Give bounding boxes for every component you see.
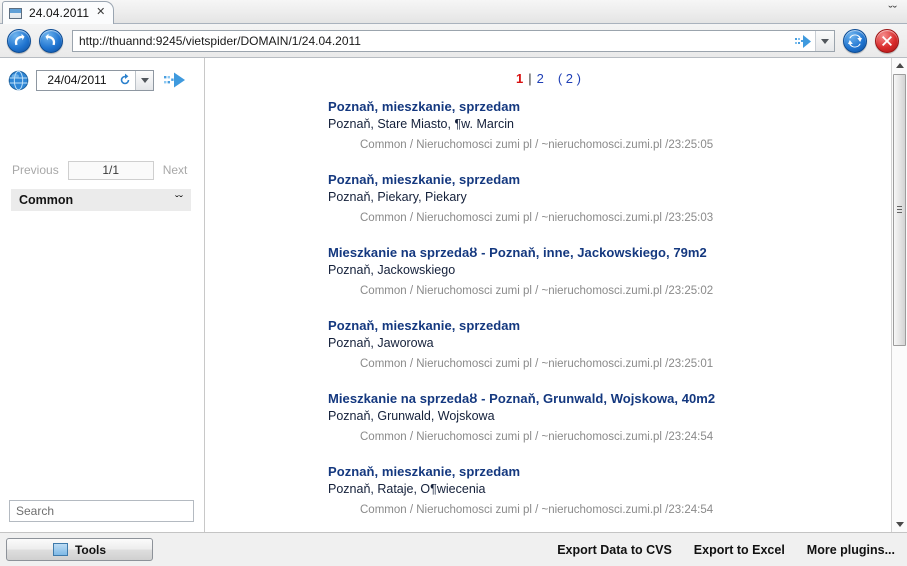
window-icon [9, 7, 22, 19]
result-subtitle: Poznaň, Jackowskiego [328, 263, 456, 277]
blue-arrow-icon [795, 34, 811, 48]
result-subtitle: Poznaň, Grunwald, Wojskowa [328, 409, 495, 423]
scroll-up-button[interactable] [892, 58, 907, 73]
result-meta: Common / Nieruchomosci zumi pl / ~nieruc… [360, 504, 714, 516]
result-item[interactable]: Poznaň, mieszkanie, sprzedam Poznaň, Jaw… [206, 317, 891, 372]
result-title[interactable]: Poznaň, mieszkanie, sprzedam [328, 317, 891, 334]
url-bar[interactable]: http://thuannd:9245/vietspider/DOMAIN/1/… [72, 30, 835, 52]
arrow-right-icon [45, 33, 56, 46]
chevron-double-down-icon[interactable]: ˇˇ [175, 194, 183, 206]
search-input[interactable]: Search [9, 500, 194, 522]
search-placeholder: Search [16, 504, 55, 518]
results-panel: 1 | 2 ( 2 ) Poznaň, mieszkanie, sprzedam Po… [206, 58, 891, 532]
sidebar: 24/04/2011 Previous 1/1 Next Common ˇˇ S… [0, 58, 205, 532]
tools-label: Tools [74, 542, 107, 557]
forward-button[interactable] [39, 29, 63, 53]
result-item[interactable]: Poznaň, mieszkanie, sprzedam Poznaň, Sta… [206, 98, 891, 153]
export-data-to-cvs-link[interactable]: Export Data to CVS [557, 543, 672, 557]
result-title[interactable]: Mieszkanie na sprzedaȣ - Poznaň, Grunwal… [328, 390, 891, 407]
result-subtitle: Poznaň, Jaworowa [328, 336, 434, 350]
application-window: 24.04.2011 ✕ ˇˇ http://thuannd:9245/viet… [0, 0, 907, 566]
triangle-down-icon [895, 522, 904, 527]
result-item[interactable]: Mieszkanie na sprzedaȣ - Poznaň, Grunwal… [206, 390, 891, 445]
previous-button[interactable]: Previous [12, 163, 59, 177]
result-subtitle: Poznaň, Rataje, O¶wiecenia [328, 482, 486, 496]
group-label: Common [19, 193, 74, 207]
tools-icon [52, 543, 68, 556]
result-item[interactable]: Poznaň, mieszkanie, sprzedam Poznaň, Rat… [206, 463, 891, 518]
work-area: 24/04/2011 Previous 1/1 Next Common ˇˇ S… [0, 58, 907, 532]
scroll-down-button[interactable] [892, 517, 907, 532]
tab-label: 24.04.2011 [29, 6, 90, 20]
result-title[interactable]: Mieszkanie na sprzedaȣ - Poznaň, inne, J… [328, 244, 891, 261]
status-bar: Tools Export Data to CVS Export to Excel… [0, 532, 907, 566]
result-meta: Common / Nieruchomosci zumi pl / ~nieruc… [360, 358, 714, 370]
result-meta: Common / Nieruchomosci zumi pl / ~nieruc… [360, 285, 714, 297]
stop-button[interactable] [875, 29, 899, 53]
chevron-down-icon [140, 77, 149, 83]
result-subtitle: Poznaň, Stare Miasto, ¶w. Marcin [328, 117, 514, 131]
close-icon[interactable]: ✕ [96, 7, 105, 19]
close-x-icon [882, 36, 892, 46]
reload-button[interactable] [843, 29, 867, 53]
results-list: Poznaň, mieszkanie, sprzedam Poznaň, Sta… [206, 98, 891, 532]
chevron-down-icon [821, 38, 829, 44]
result-title[interactable]: Poznaň, mieszkanie, sprzedam [328, 463, 891, 480]
result-subtitle: Poznaň, Piekary, Piekary [328, 190, 467, 204]
arrow-left-icon [14, 33, 25, 46]
result-item[interactable]: Mieszkanie na sprzedaȣ - Poznaň, inne, J… [206, 244, 891, 299]
go-icon[interactable] [793, 31, 815, 51]
plugin-links: Export Data to CVS Export to Excel More … [557, 533, 895, 566]
navigation-toolbar: http://thuannd:9245/vietspider/DOMAIN/1/… [0, 24, 907, 58]
next-button[interactable]: Next [163, 163, 188, 177]
pagination-current-page[interactable]: 1 [516, 71, 523, 86]
url-text[interactable]: http://thuannd:9245/vietspider/DOMAIN/1/… [73, 34, 793, 48]
grip-icon [897, 206, 902, 214]
chevron-double-down-icon[interactable]: ˇˇ [888, 3, 897, 19]
tab-strip: 24.04.2011 ✕ ˇˇ [0, 0, 907, 24]
date-value[interactable]: 24/04/2011 [37, 73, 117, 87]
triangle-up-icon [895, 63, 904, 68]
go-arrow-icon[interactable] [164, 72, 186, 88]
export-to-excel-link[interactable]: Export to Excel [694, 543, 785, 557]
result-meta: Common / Nieruchomosci zumi pl / ~nieruc… [360, 139, 714, 151]
result-title[interactable]: Poznaň, mieszkanie, sprzedam [328, 98, 891, 115]
result-item[interactable]: Poznaň, mieszkanie, sprzedam Poznaň, Pie… [206, 171, 891, 226]
refresh-circle-icon[interactable] [117, 72, 133, 88]
pagination-separator: | [528, 71, 532, 86]
pagination-page-2[interactable]: 2 [537, 71, 544, 86]
pagination-row: Previous 1/1 Next [0, 159, 205, 181]
more-plugins-link[interactable]: More plugins... [807, 543, 895, 557]
globe-icon [8, 70, 29, 90]
url-dropdown-button[interactable] [815, 31, 834, 51]
results-pagination: 1 | 2 ( 2 ) [206, 71, 891, 86]
vertical-scrollbar[interactable] [891, 58, 907, 532]
refresh-icon [848, 34, 862, 48]
tools-button[interactable]: Tools [6, 538, 153, 561]
result-meta: Common / Nieruchomosci zumi pl / ~nieruc… [360, 212, 714, 224]
group-selector-common[interactable]: Common ˇˇ [11, 189, 191, 211]
tab-24-04-2011[interactable]: 24.04.2011 ✕ [2, 1, 115, 24]
scrollbar-thumb[interactable] [893, 74, 906, 346]
pagination-total: ( 2 ) [557, 71, 581, 86]
result-meta: Common / Nieruchomosci zumi pl / ~nieruc… [360, 431, 714, 443]
back-button[interactable] [7, 29, 31, 53]
date-input[interactable]: 24/04/2011 [36, 69, 154, 91]
date-dropdown-button[interactable] [135, 70, 153, 90]
date-selector-row: 24/04/2011 [0, 66, 205, 94]
result-title[interactable]: Poznaň, mieszkanie, sprzedam [328, 171, 891, 188]
page-indicator[interactable]: 1/1 [67, 160, 154, 180]
